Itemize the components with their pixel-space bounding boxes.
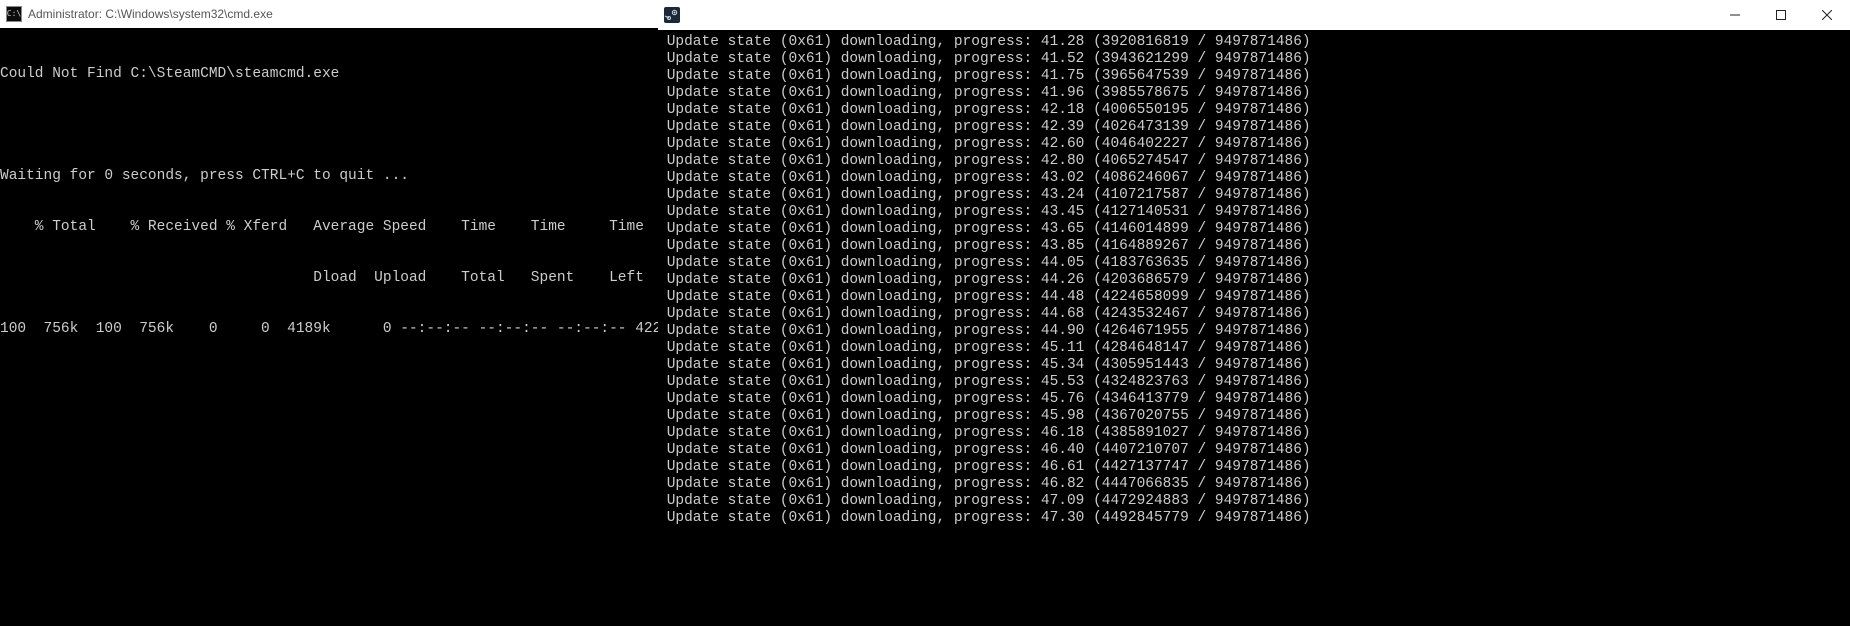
window-controls xyxy=(1712,0,1850,30)
update-state-line: Update state (0x61) downloading, progres… xyxy=(658,153,1850,170)
cmd-window: C:\ Administrator: C:\Windows\system32\c… xyxy=(0,0,658,626)
update-state-line: Update state (0x61) downloading, progres… xyxy=(658,476,1850,493)
update-state-line: Update state (0x61) downloading, progres… xyxy=(658,340,1850,357)
cmd-titlebar[interactable]: C:\ Administrator: C:\Windows\system32\c… xyxy=(0,0,658,28)
minimize-icon xyxy=(1730,10,1740,20)
update-state-line: Update state (0x61) downloading, progres… xyxy=(658,272,1850,289)
update-state-line: Update state (0x61) downloading, progres… xyxy=(658,102,1850,119)
close-icon xyxy=(1822,10,1832,20)
steam-window: Update state (0x61) downloading, progres… xyxy=(658,0,1850,626)
maximize-button[interactable] xyxy=(1758,0,1804,30)
update-state-line: Update state (0x61) downloading, progres… xyxy=(658,51,1850,68)
update-state-line: Update state (0x61) downloading, progres… xyxy=(658,306,1850,323)
update-state-line: Update state (0x61) downloading, progres… xyxy=(658,170,1850,187)
update-state-line: Update state (0x61) downloading, progres… xyxy=(658,289,1850,306)
update-state-line: Update state (0x61) downloading, progres… xyxy=(658,374,1850,391)
update-state-line: Update state (0x61) downloading, progres… xyxy=(658,34,1850,51)
cmd-blank xyxy=(0,117,658,134)
curl-data-row: 100 756k 100 756k 0 0 4189k 0 --:--:-- -… xyxy=(0,321,658,338)
steam-terminal[interactable]: Update state (0x61) downloading, progres… xyxy=(658,30,1850,626)
cmd-error-line: Could Not Find C:\SteamCMD\steamcmd.exe xyxy=(0,66,658,83)
curl-header-1: % Total % Received % Xferd Average Speed… xyxy=(0,219,658,236)
steam-icon xyxy=(664,7,680,23)
update-state-line: Update state (0x61) downloading, progres… xyxy=(658,204,1850,221)
steam-titlebar[interactable] xyxy=(658,0,1850,30)
cmd-icon: C:\ xyxy=(6,6,22,22)
update-state-line: Update state (0x61) downloading, progres… xyxy=(658,510,1850,527)
cmd-terminal[interactable]: Could Not Find C:\SteamCMD\steamcmd.exe … xyxy=(0,28,658,626)
cmd-title: Administrator: C:\Windows\system32\cmd.e… xyxy=(28,7,273,21)
update-state-line: Update state (0x61) downloading, progres… xyxy=(658,238,1850,255)
maximize-icon xyxy=(1776,10,1786,20)
minimize-button[interactable] xyxy=(1712,0,1758,30)
update-state-line: Update state (0x61) downloading, progres… xyxy=(658,136,1850,153)
update-state-line: Update state (0x61) downloading, progres… xyxy=(658,408,1850,425)
close-button[interactable] xyxy=(1804,0,1850,30)
update-state-line: Update state (0x61) downloading, progres… xyxy=(658,68,1850,85)
update-state-line: Update state (0x61) downloading, progres… xyxy=(658,459,1850,476)
cmd-waiting-line: Waiting for 0 seconds, press CTRL+C to q… xyxy=(0,168,658,185)
curl-header-2: Dload Upload Total Spent Left Speed xyxy=(0,270,658,287)
update-state-line: Update state (0x61) downloading, progres… xyxy=(658,323,1850,340)
update-state-line: Update state (0x61) downloading, progres… xyxy=(658,425,1850,442)
update-state-line: Update state (0x61) downloading, progres… xyxy=(658,255,1850,272)
update-state-line: Update state (0x61) downloading, progres… xyxy=(658,85,1850,102)
update-state-line: Update state (0x61) downloading, progres… xyxy=(658,391,1850,408)
update-state-line: Update state (0x61) downloading, progres… xyxy=(658,119,1850,136)
update-state-line: Update state (0x61) downloading, progres… xyxy=(658,187,1850,204)
update-state-line: Update state (0x61) downloading, progres… xyxy=(658,442,1850,459)
update-state-line: Update state (0x61) downloading, progres… xyxy=(658,357,1850,374)
update-state-line: Update state (0x61) downloading, progres… xyxy=(658,221,1850,238)
update-state-line: Update state (0x61) downloading, progres… xyxy=(658,493,1850,510)
